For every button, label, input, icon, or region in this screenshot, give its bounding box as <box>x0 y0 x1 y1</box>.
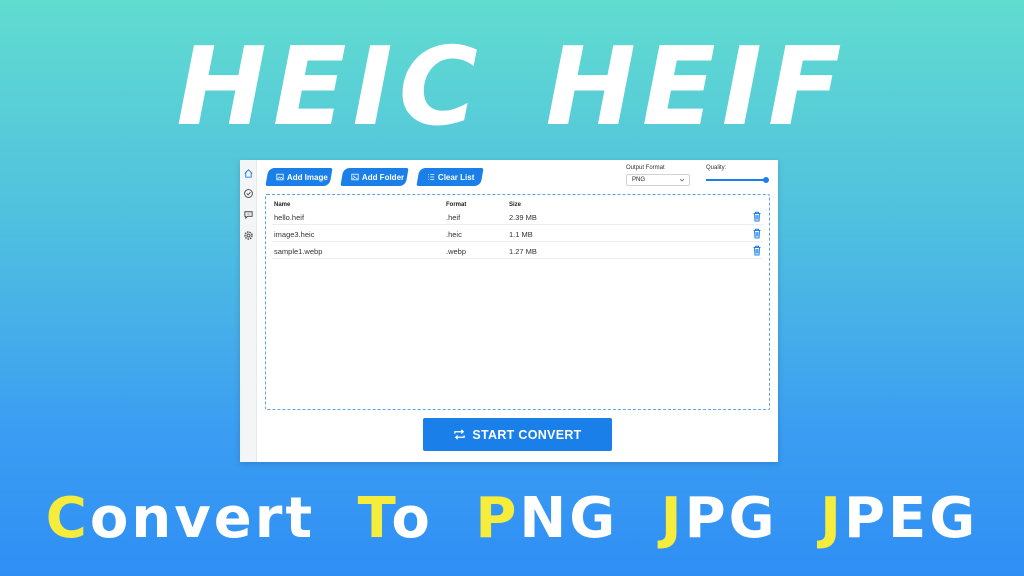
trash-icon[interactable] <box>752 228 762 239</box>
file-name: sample1.webp <box>274 247 323 256</box>
quality-slider-thumb[interactable] <box>763 177 769 183</box>
add-folder-button[interactable]: Add Folder <box>340 168 409 186</box>
add-image-button[interactable]: Add Image <box>265 168 333 186</box>
trash-icon[interactable] <box>752 245 762 256</box>
output-format-value: PNG <box>632 177 646 183</box>
home-icon[interactable] <box>243 168 254 179</box>
chevron-down-icon <box>679 178 685 182</box>
image-icon <box>276 173 284 181</box>
start-convert-button[interactable]: START CONVERT <box>423 418 612 451</box>
column-header-format: Format <box>446 202 467 208</box>
file-size: 2.39 MB <box>509 213 537 222</box>
tagline: Convert To PNG JPG JPEG <box>0 484 1024 554</box>
quality-slider-track[interactable] <box>706 179 766 181</box>
table-row[interactable]: hello.heif .heif 2.39 MB <box>272 209 763 225</box>
tagline-word: To <box>357 486 433 551</box>
file-size: 1.1 MB <box>509 230 533 239</box>
file-name: hello.heif <box>274 213 305 222</box>
table-row[interactable]: image3.heic .heic 1.1 MB <box>272 226 763 242</box>
quality-label: Quality: <box>706 165 727 171</box>
convert-icon <box>454 429 466 440</box>
file-format: .heif <box>446 213 461 222</box>
add-folder-label: Add Folder <box>362 172 405 182</box>
list-icon <box>428 174 435 180</box>
file-drop-area[interactable]: Name Format Size hello.heif .heif 2.39 M… <box>265 194 770 410</box>
app-window: Add Image Add Folder Clear List Output F… <box>240 160 778 462</box>
nav-rail <box>240 160 257 462</box>
add-image-label: Add Image <box>287 172 328 182</box>
tagline-word: PNG <box>475 486 619 551</box>
headline: HEIC HEIF <box>176 25 848 150</box>
settings-icon[interactable] <box>243 230 254 241</box>
tagline-word: Convert <box>45 486 316 551</box>
start-convert-label: START CONVERT <box>472 427 582 442</box>
trash-icon[interactable] <box>752 211 762 222</box>
folder-image-icon <box>351 173 359 181</box>
clear-list-button[interactable]: Clear List <box>416 168 484 186</box>
file-size: 1.27 MB <box>509 247 537 256</box>
file-name: image3.heic <box>274 230 315 239</box>
tagline-word: JPG <box>660 486 778 551</box>
file-format: .heic <box>446 230 462 239</box>
check-circle-icon[interactable] <box>243 188 254 199</box>
column-header-size: Size <box>509 202 522 208</box>
output-format-select[interactable]: PNG <box>626 174 690 186</box>
tagline-word: JPEG <box>820 486 979 551</box>
clear-list-label: Clear List <box>438 172 475 182</box>
table-row[interactable]: sample1.webp .webp 1.27 MB <box>272 243 763 259</box>
chat-icon[interactable] <box>243 209 254 220</box>
column-header-name: Name <box>274 202 291 208</box>
output-format-label: Output Format <box>626 165 665 171</box>
file-format: .webp <box>446 247 467 256</box>
